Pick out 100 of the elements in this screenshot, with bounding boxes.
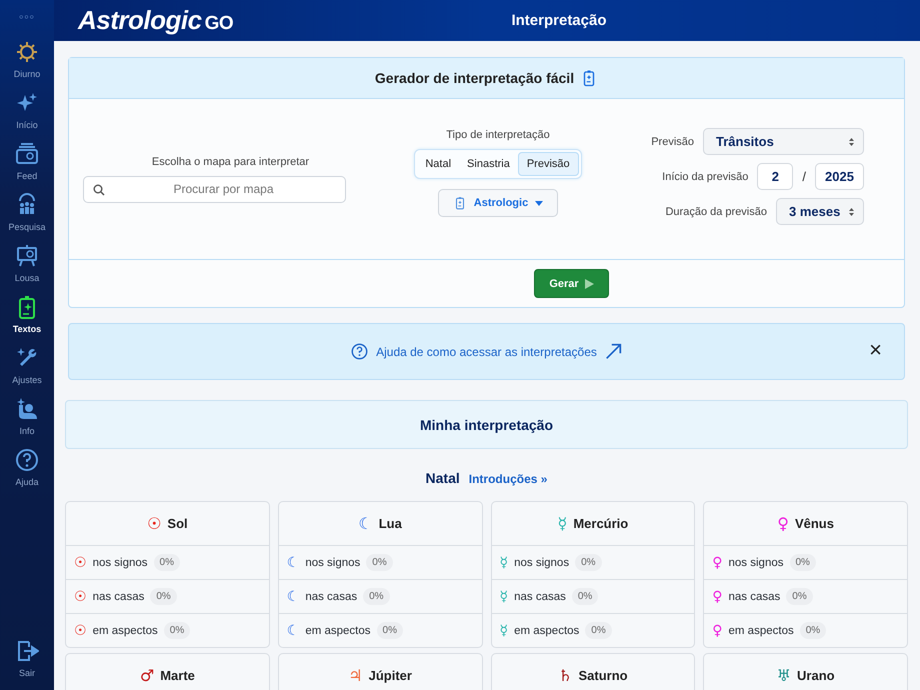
planet-symbol: ☿ [500, 588, 508, 604]
type-tab[interactable]: Natal [417, 152, 460, 176]
planet-symbol: ♀ [712, 622, 723, 638]
row-label: nos signos [305, 556, 360, 568]
help-icon [15, 448, 39, 472]
year-field[interactable]: 2025 [815, 163, 864, 190]
planet-symbol: ☾ [286, 588, 300, 604]
row-label: nos signos [514, 556, 570, 568]
sidebar-item[interactable]: Feed [0, 142, 54, 193]
field-label: Início da previsão [662, 170, 748, 182]
row-label: nas casas [305, 590, 358, 602]
source-dropdown[interactable]: Astrologic [438, 189, 558, 217]
interpretation-row[interactable]: ☉ nos signos 0% [66, 545, 269, 579]
row-label: nas casas [728, 590, 780, 602]
interpretation-row[interactable]: ☉ em aspectos 0% [66, 613, 269, 647]
monitor-icon [15, 142, 39, 166]
planet-symbol: ♂ [140, 668, 154, 684]
field-label: Duração da previsão [665, 206, 767, 218]
percent-badge: 0% [363, 588, 390, 605]
updown-arrows-icon [848, 206, 855, 216]
interpretation-row[interactable]: ♀ nas casas 0% [704, 579, 907, 613]
planet-symbol: ☉ [74, 554, 87, 570]
planet-symbol: ♄ [558, 668, 572, 684]
row-label: em aspectos [514, 624, 580, 636]
caret-icon [535, 200, 544, 206]
row-label: em aspectos [92, 624, 158, 636]
external-link-icon [604, 343, 622, 360]
percent-badge: 0% [786, 588, 813, 605]
play-icon [584, 278, 594, 288]
row-label: nas casas [92, 590, 144, 602]
planet-symbol: ☉ [74, 622, 87, 638]
sidebar-item[interactable]: Ajuda [0, 448, 54, 499]
search-field[interactable]: Procurar por mapa [83, 176, 346, 202]
planet-symbol: ♀ [712, 588, 723, 604]
logout-button[interactable]: Sair [0, 639, 54, 690]
planet-symbol: ♃ [348, 668, 363, 684]
section-title: Minha interpretação [420, 416, 554, 432]
planet-name: Urano [797, 668, 835, 683]
sidebar-item[interactable]: Info [0, 397, 54, 448]
sidebar-item[interactable]: Pesquisa [0, 193, 54, 244]
sidebar-item[interactable]: Diurno [0, 40, 54, 91]
planet-name: Lua [378, 516, 402, 531]
interpretation-row[interactable]: ♀ nos signos 0% [704, 545, 907, 579]
planet-symbol: ♅ [776, 668, 792, 684]
page-title: Interpretação [511, 12, 607, 29]
planet-symbol: ☾ [358, 516, 373, 532]
planet-name: Marte [160, 668, 195, 683]
sun-icon [15, 40, 39, 64]
planet-symbol: ☿ [500, 622, 508, 638]
planet-symbol: ☉ [74, 588, 87, 604]
app-logo: AstrologicGO [78, 5, 234, 36]
planet-symbol: ♀ [777, 516, 789, 532]
duration-select[interactable]: 3 meses [776, 198, 864, 225]
updown-arrows-icon [848, 136, 855, 146]
interpretation-row[interactable]: ☿ nos signos 0% [492, 545, 694, 579]
section-heading: Natal [426, 470, 460, 486]
field-label: Previsão [651, 136, 694, 148]
interpretation-row[interactable]: ☾ nas casas 0% [278, 579, 482, 613]
field-label: Escolha o mapa para interpretar [150, 156, 310, 168]
panel-title: Gerador de interpretação fácil [374, 70, 574, 86]
forecast-select[interactable]: Trânsitos [703, 128, 864, 155]
percent-badge: 0% [790, 554, 816, 571]
interpretation-row[interactable]: ♀ em aspectos 0% [704, 613, 907, 647]
interpretation-row[interactable]: ☾ nos signos 0% [278, 545, 482, 579]
percent-badge: 0% [376, 622, 403, 639]
sidebar-item[interactable]: Ajustes [0, 346, 54, 397]
sidebar-item[interactable]: Textos [0, 295, 54, 346]
percent-badge: 0% [800, 622, 826, 639]
percent-badge: 0% [164, 622, 190, 639]
percent-badge: 0% [575, 554, 602, 571]
interpretation-row[interactable]: ☿ em aspectos 0% [492, 613, 694, 647]
interpretation-row[interactable]: ☾ em aspectos 0% [278, 613, 482, 647]
planet-name: Mercúrio [573, 516, 628, 531]
planet-name: Vênus [794, 516, 834, 531]
type-tab[interactable]: Sinastria [459, 152, 518, 176]
planet-symbol: ☉ [147, 516, 162, 532]
help-icon [351, 343, 368, 360]
easel-icon [15, 244, 39, 268]
row-label: nos signos [92, 556, 148, 568]
logout-icon [15, 639, 39, 663]
percent-badge: 0% [150, 588, 177, 605]
introductions-link[interactable]: Introduções » [468, 472, 548, 486]
sidebar-item[interactable]: Início [0, 91, 54, 142]
row-label: nos signos [728, 556, 784, 568]
generate-button[interactable]: Gerar [534, 269, 609, 298]
interpretation-row[interactable]: ☿ nas casas 0% [492, 579, 694, 613]
sidebar-item[interactable]: Lousa [0, 244, 54, 295]
close-button[interactable]: × [869, 340, 882, 360]
help-link[interactable]: Ajuda de como acessar as interpretações [351, 343, 622, 360]
planet-symbol: ☾ [286, 622, 300, 638]
search-icon [93, 184, 105, 196]
month-field[interactable]: 2 [757, 163, 794, 190]
date-separator: / [802, 169, 806, 184]
percent-badge: 0% [572, 588, 598, 605]
row-label: em aspectos [305, 624, 371, 636]
planet-name: Saturno [578, 668, 628, 683]
planet-symbol: ☾ [286, 554, 300, 570]
percent-badge: 0% [154, 554, 180, 571]
interpretation-row[interactable]: ☉ nas casas 0% [66, 579, 269, 613]
type-tab[interactable]: Previsão [518, 152, 579, 176]
